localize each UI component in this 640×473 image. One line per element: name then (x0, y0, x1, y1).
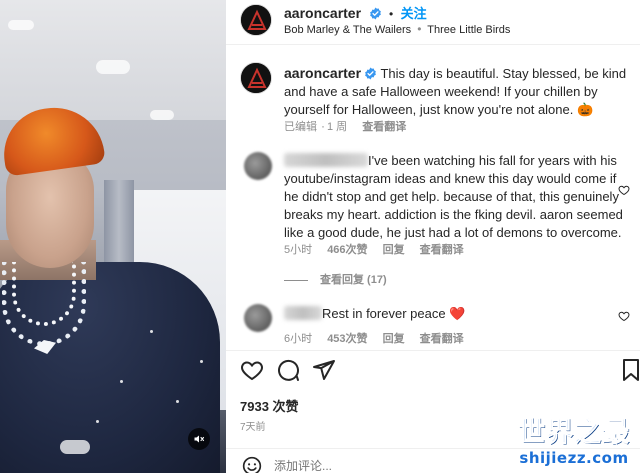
comment-likes[interactable]: 453次赞 (327, 333, 367, 345)
caption-username[interactable]: aaroncarter (284, 65, 361, 81)
comment-icon[interactable] (276, 358, 300, 382)
replies-line (284, 279, 308, 281)
reply-button[interactable]: 回复 (383, 333, 405, 345)
paper-plane-icon[interactable] (312, 358, 336, 382)
comment-translate[interactable]: 查看翻译 (420, 333, 464, 345)
commenter-username[interactable] (284, 306, 322, 320)
commenter-avatar[interactable] (244, 304, 272, 332)
post-panel: aaroncarter • 关注 Bob Marley & The Wailer… (226, 0, 640, 473)
caption-text: aaroncarter This day is beautiful. Stay … (284, 64, 630, 119)
comment-text: Rest in forever peace ❤️ (322, 305, 465, 323)
cloud-sticker (150, 110, 174, 120)
sparkle (150, 330, 153, 333)
caption-meta: 已编辑 · 1 周 查看翻译 (284, 118, 406, 134)
caption-avatar[interactable] (240, 62, 272, 94)
author-username[interactable]: aaroncarter (284, 5, 361, 21)
comment-time[interactable]: 6小时 (284, 333, 312, 345)
separator-dot: • (417, 22, 422, 36)
sparkle (200, 360, 203, 363)
cloud-sticker (60, 440, 90, 454)
sparkle (176, 400, 179, 403)
comment-like-heart-icon[interactable] (618, 184, 630, 196)
comment-translate[interactable]: 查看翻译 (420, 244, 464, 256)
like-count[interactable]: 7933 次赞 (240, 396, 299, 415)
watermark-domain: shijiezz.com (519, 449, 629, 467)
watermark-title: 世界之最 (518, 417, 630, 449)
reply-button[interactable]: 回复 (383, 244, 405, 256)
separator-dot: · (321, 119, 325, 133)
red-heart-emoji: ❤️ (449, 306, 466, 321)
comment-input[interactable] (274, 458, 494, 473)
site-watermark: 世界之最 shijiezz.com (518, 410, 630, 468)
comment-meta: 5小时 466次赞 回复 查看翻译 (284, 241, 476, 257)
follow-button[interactable]: 关注 (401, 6, 427, 21)
header-divider (226, 44, 640, 45)
cloud-sticker (8, 20, 34, 30)
view-replies[interactable]: 查看回复 (17) (284, 271, 387, 287)
verified-badge-icon (365, 67, 376, 80)
view-replies-label[interactable]: 查看回复 (17) (320, 274, 387, 286)
bookmark-icon[interactable] (622, 358, 640, 382)
verified-badge-icon (369, 7, 381, 20)
chain-necklace-inner (12, 262, 76, 326)
speaker-muted-icon[interactable] (188, 428, 210, 450)
heart-icon[interactable] (240, 358, 264, 382)
caption-translate[interactable]: 查看翻译 (362, 121, 406, 133)
actions-divider (226, 350, 640, 351)
cloud-sticker (96, 60, 130, 74)
smiley-icon[interactable] (242, 456, 262, 473)
comment-like-heart-icon[interactable] (618, 310, 630, 322)
separator-dot: • (388, 7, 394, 21)
audio-artist: Bob Marley & The Wailers (284, 24, 412, 36)
commenter-avatar[interactable] (244, 152, 272, 180)
comment-text: I've been watching his fall for years wi… (284, 153, 623, 240)
comment-meta: 6小时 453次赞 回复 查看翻译 (284, 330, 476, 346)
post-age[interactable]: 7天前 (240, 418, 266, 433)
post-media[interactable] (0, 0, 226, 473)
sparkle (120, 380, 123, 383)
comment-time[interactable]: 5小时 (284, 244, 312, 256)
comment-body: Rest in forever peace (322, 306, 446, 321)
author-avatar[interactable] (240, 4, 272, 36)
edited-label: 已编辑 (284, 121, 317, 133)
comment-likes[interactable]: 466次赞 (327, 244, 367, 256)
pumpkin-emoji: 🎃 (576, 102, 594, 117)
caption-time[interactable]: 1 周 (327, 121, 347, 133)
sparkle (96, 420, 99, 423)
audio-line[interactable]: Bob Marley & The Wailers • Three Little … (284, 22, 510, 36)
header-line: aaroncarter • 关注 (284, 3, 427, 23)
audio-track: Three Little Birds (427, 24, 511, 36)
